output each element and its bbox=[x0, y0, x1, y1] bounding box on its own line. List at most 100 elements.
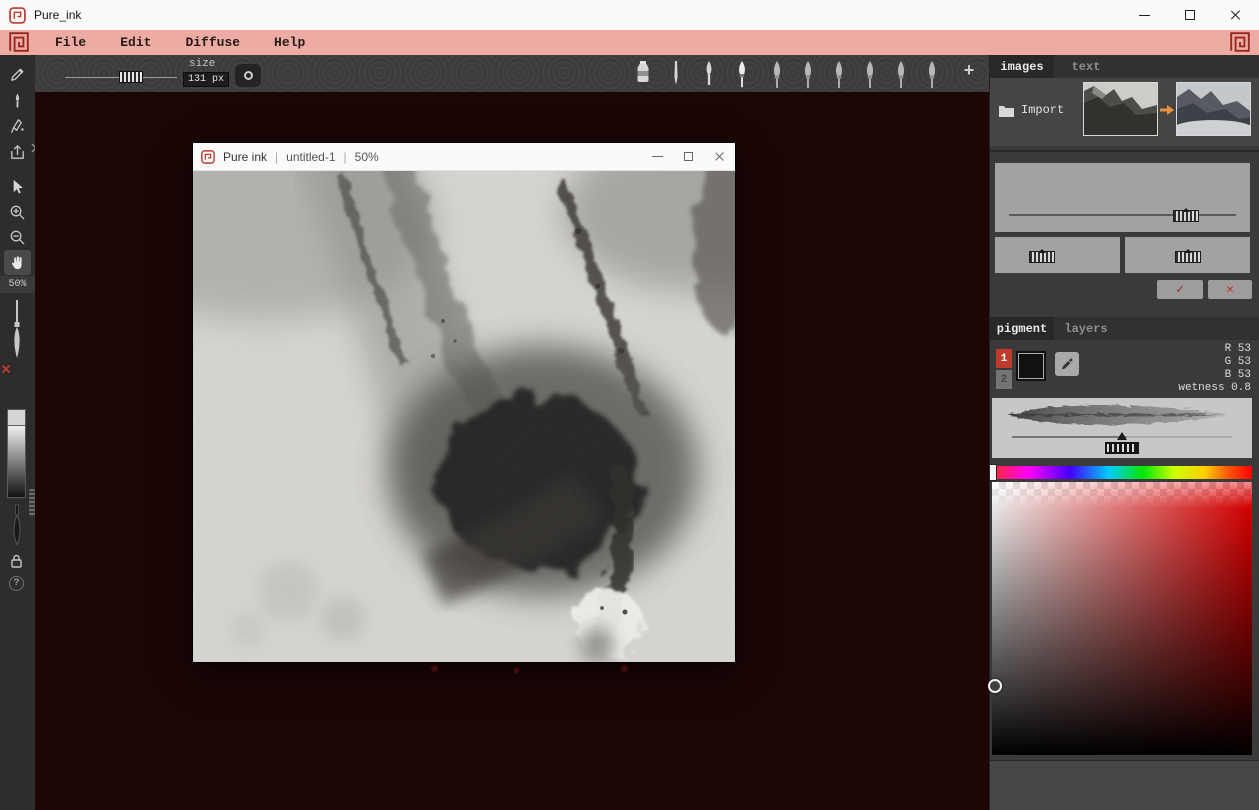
tab-images[interactable]: images bbox=[990, 55, 1054, 78]
select-tool-button[interactable] bbox=[4, 174, 31, 199]
add-brush-button[interactable]: + bbox=[957, 60, 981, 81]
diffuse-param-box-1 bbox=[995, 237, 1120, 273]
brush-stroke-preview bbox=[1004, 401, 1230, 429]
document-app-name: Pure ink bbox=[223, 150, 267, 164]
pen-sample-icon bbox=[8, 117, 27, 136]
menu-file[interactable]: File bbox=[55, 35, 86, 50]
minimize-icon bbox=[652, 156, 663, 157]
brush-preset-4[interactable] bbox=[855, 57, 884, 90]
lock-icon[interactable] bbox=[8, 552, 25, 569]
brush-preset-5[interactable] bbox=[886, 57, 915, 90]
thumbnail-image bbox=[1177, 83, 1250, 135]
document-titlebar[interactable]: Pure ink | untitled-1 | 50% bbox=[193, 143, 735, 171]
diffuse-param-handle-2[interactable] bbox=[1175, 251, 1201, 263]
app-window: Pure_ink File Edit Diffuse Help bbox=[0, 0, 1259, 810]
maximize-button[interactable] bbox=[1167, 0, 1213, 30]
brush-preset-icon bbox=[891, 59, 911, 89]
tab-text[interactable]: text bbox=[1054, 55, 1118, 78]
diffuse-slider-handle[interactable] bbox=[1173, 210, 1199, 222]
gray-ramp-selector[interactable] bbox=[7, 409, 26, 498]
cancel-button[interactable]: ✕ bbox=[1208, 280, 1252, 299]
brush-tool-button[interactable] bbox=[4, 88, 31, 113]
size-value-field[interactable]: 131 px bbox=[183, 72, 229, 87]
diffuse-param-handle-1[interactable] bbox=[1029, 251, 1055, 263]
minimize-button[interactable] bbox=[1121, 0, 1167, 30]
close-button[interactable] bbox=[1213, 0, 1259, 30]
eyedropper-button[interactable] bbox=[1055, 352, 1079, 376]
export-icon bbox=[8, 143, 27, 162]
pigment-panel: 1 2 R 53 G 53 B 53 wetness 0.8 bbox=[990, 340, 1259, 760]
pen-sample-tool-button[interactable] bbox=[4, 114, 31, 139]
panel-divider bbox=[990, 150, 1259, 152]
ink-bottle-icon bbox=[633, 59, 653, 89]
brush-icon bbox=[8, 91, 27, 110]
menu-edit[interactable]: Edit bbox=[120, 35, 151, 50]
zoom-in-tool-button[interactable] bbox=[4, 200, 31, 225]
confirm-button[interactable]: ✓ bbox=[1157, 280, 1203, 299]
panel-footer bbox=[990, 760, 1259, 810]
import-button[interactable]: Import bbox=[998, 103, 1064, 117]
transfer-arrow-icon bbox=[1159, 101, 1175, 119]
ramp-light-swatch[interactable] bbox=[7, 409, 26, 426]
document-window-controls bbox=[642, 143, 735, 170]
wetness-slider-handle[interactable] bbox=[1105, 442, 1139, 454]
document-maximize-button[interactable] bbox=[673, 143, 704, 170]
brush-preset-icon bbox=[767, 59, 787, 89]
ink-painting-canvas[interactable] bbox=[193, 171, 735, 662]
pencil-tool-button[interactable] bbox=[4, 62, 31, 87]
current-color-swatch[interactable] bbox=[1015, 350, 1047, 382]
export-tool-button[interactable] bbox=[4, 140, 31, 165]
hue-slider-marker[interactable] bbox=[989, 464, 997, 481]
ink-brush-dark-icon[interactable] bbox=[6, 503, 28, 547]
titlebar: Pure_ink bbox=[0, 0, 1259, 30]
zoom-out-tool-button[interactable] bbox=[4, 225, 31, 250]
canvas-ornament-icon bbox=[620, 664, 629, 673]
document-close-button[interactable] bbox=[704, 143, 735, 170]
saturation-value-gradient bbox=[992, 482, 1252, 755]
diffuse-slider-track[interactable] bbox=[1009, 214, 1236, 216]
ink-bottle-brush-button[interactable] bbox=[627, 57, 658, 90]
hue-slider[interactable] bbox=[992, 466, 1252, 479]
help-button[interactable]: ? bbox=[9, 576, 24, 591]
size-label: size bbox=[189, 58, 215, 70]
zoom-in-icon bbox=[8, 203, 27, 222]
content-row: 50% ? bbox=[0, 55, 1259, 810]
document-minimize-button[interactable] bbox=[642, 143, 673, 170]
source-image-thumbnail[interactable] bbox=[1083, 82, 1158, 136]
brush-size-slider[interactable] bbox=[8, 298, 26, 360]
brush-preset-group bbox=[762, 57, 946, 90]
brush-preset-3[interactable] bbox=[824, 57, 853, 90]
color-slot-1[interactable]: 1 bbox=[996, 349, 1012, 368]
ink-brush-icon bbox=[732, 59, 752, 89]
brush-preset-6[interactable] bbox=[917, 57, 946, 90]
saturation-value-picker[interactable] bbox=[992, 482, 1252, 755]
fine-pen-brush-button[interactable] bbox=[660, 57, 691, 90]
nib-pen-brush-button[interactable] bbox=[693, 57, 724, 90]
menu-diffuse[interactable]: Diffuse bbox=[185, 35, 240, 50]
tab-layers[interactable]: layers bbox=[1054, 317, 1118, 340]
wetness-slider-marker bbox=[1117, 427, 1127, 440]
ink-brush-button[interactable] bbox=[726, 57, 757, 90]
result-image-thumbnail[interactable] bbox=[1176, 82, 1251, 136]
zoom-level-indicator: 50% bbox=[0, 276, 35, 293]
color-picker-cursor[interactable] bbox=[988, 679, 1002, 693]
ramp-gradient[interactable] bbox=[7, 426, 26, 498]
hand-tool-button[interactable] bbox=[4, 250, 31, 275]
pigment-layers-tabbar: pigment layers bbox=[990, 317, 1259, 340]
brush-preset-1[interactable] bbox=[762, 57, 791, 90]
menu-help[interactable]: Help bbox=[274, 35, 305, 50]
tab-pigment[interactable]: pigment bbox=[990, 317, 1054, 340]
title-separator: | bbox=[344, 150, 347, 164]
size-slider-handle[interactable] bbox=[119, 71, 143, 83]
workspace-background: Pure ink | untitled-1 | 50% bbox=[35, 92, 989, 810]
fine-pen-icon bbox=[666, 59, 686, 89]
brush-preset-2[interactable] bbox=[793, 57, 822, 90]
right-panel: images text Import bbox=[989, 55, 1259, 810]
maximize-icon bbox=[1185, 10, 1195, 20]
images-text-tabbar: images text bbox=[990, 55, 1259, 78]
color-slot-2[interactable]: 2 bbox=[996, 370, 1012, 389]
thumbnail-image bbox=[1084, 83, 1157, 135]
brush-preset-icon bbox=[922, 59, 942, 89]
brush-tip-preview-button[interactable] bbox=[235, 64, 261, 87]
center-column: size 131 px bbox=[35, 55, 989, 810]
